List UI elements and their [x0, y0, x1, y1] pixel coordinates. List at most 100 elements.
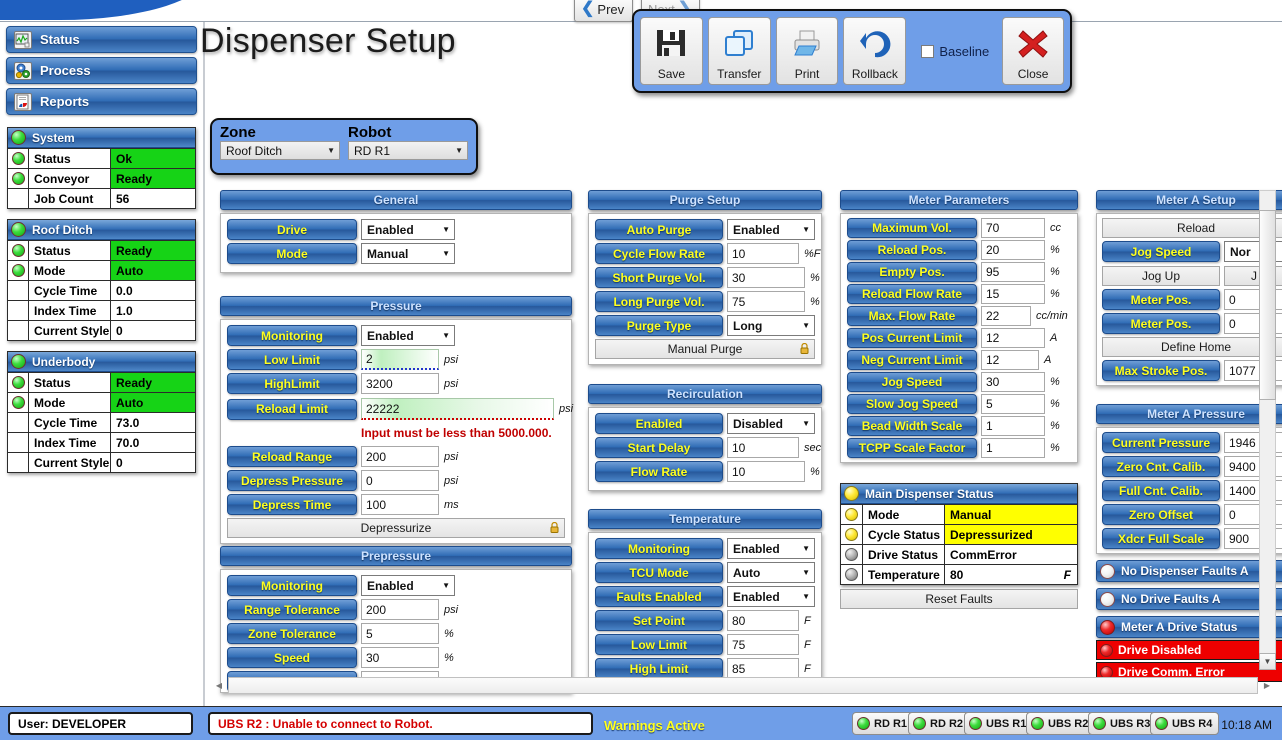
set-point-label-button[interactable]: Set Point	[595, 610, 723, 631]
reload-range-label-button[interactable]: Reload Range	[227, 446, 357, 467]
maximum-vol-input[interactable]: 70	[981, 218, 1045, 238]
recirc-flow-rate-label-button[interactable]: Flow Rate	[595, 461, 723, 482]
zone-dropdown[interactable]: Roof Ditch ▼	[220, 141, 340, 160]
empty-pos-label-button[interactable]: Empty Pos.	[847, 262, 977, 282]
warnings-active-label[interactable]: Warnings Active	[604, 718, 705, 733]
prepress-monitoring-label-button[interactable]: Monitoring	[227, 575, 357, 596]
drive-label-button[interactable]: Drive	[227, 219, 357, 240]
max-flow-rate-label-button[interactable]: Max. Flow Rate	[847, 306, 977, 326]
full-cnt-calib-label-button[interactable]: Full Cnt. Calib.	[1102, 480, 1220, 501]
bead-width-scale-input[interactable]: 1	[981, 416, 1045, 436]
rollback-button[interactable]: Rollback	[843, 17, 906, 85]
temp-low-limit-input[interactable]: 75	[727, 634, 799, 655]
tcu-mode-dropdown[interactable]: Auto▼	[727, 562, 815, 583]
recirc-enabled-label-button[interactable]: Enabled	[595, 413, 723, 434]
zone-tolerance-label-button[interactable]: Zone Tolerance	[227, 623, 357, 644]
reload-range-input[interactable]: 200	[361, 446, 439, 467]
robot-dropdown[interactable]: RD R1 ▼	[348, 141, 468, 160]
range-tolerance-label-button[interactable]: Range Tolerance	[227, 599, 357, 620]
temp-monitoring-dropdown[interactable]: Enabled▼	[727, 538, 815, 559]
sidebar-item-reports[interactable]: Reports	[6, 88, 197, 115]
print-button[interactable]: Print	[776, 17, 839, 85]
long-purge-vol-input[interactable]: 75	[727, 291, 805, 312]
robot-chip-ubs-r4[interactable]: UBS R4	[1150, 712, 1219, 735]
robot-chip-rd-r1[interactable]: RD R1	[852, 712, 914, 735]
zone-tolerance-input[interactable]: 5	[361, 623, 439, 644]
scroll-left-button[interactable]: ◀	[211, 677, 227, 694]
meter-a-jog-speed-label-button[interactable]: Jog Speed	[1102, 241, 1220, 262]
max-stroke-pos-label-button[interactable]: Max Stroke Pos.	[1102, 360, 1220, 381]
bead-width-scale-label-button[interactable]: Bead Width Scale	[847, 416, 977, 436]
slow-jog-speed-input[interactable]: 5	[981, 394, 1045, 414]
start-delay-label-button[interactable]: Start Delay	[595, 437, 723, 458]
depress-time-input[interactable]: 100	[361, 494, 439, 515]
meter-pos-1-label-button[interactable]: Meter Pos.	[1102, 289, 1220, 310]
sidebar-item-status[interactable]: Status	[6, 26, 197, 53]
mode-label-button[interactable]: Mode	[227, 243, 357, 264]
transfer-button[interactable]: Transfer	[708, 17, 771, 85]
robot-chip-ubs-r3[interactable]: UBS R3	[1088, 712, 1157, 735]
high-limit-label-button[interactable]: HighLimit	[227, 373, 357, 394]
zero-cnt-calib-label-button[interactable]: Zero Cnt. Calib.	[1102, 456, 1220, 477]
short-purge-vol-input[interactable]: 30	[727, 267, 805, 288]
auto-purge-dropdown[interactable]: Enabled▼	[727, 219, 815, 240]
save-button[interactable]: Save	[640, 17, 703, 85]
xdcr-full-scale-label-button[interactable]: Xdcr Full Scale	[1102, 528, 1220, 549]
drive-dropdown[interactable]: Enabled▼	[361, 219, 455, 240]
pos-current-limit-input[interactable]: 12	[981, 328, 1045, 348]
sidebar-item-process[interactable]: Process	[6, 57, 197, 84]
depress-time-label-button[interactable]: Depress Time	[227, 494, 357, 515]
robot-chip-rd-r2[interactable]: RD R2	[908, 712, 970, 735]
prev-button[interactable]: ❮ Prev	[574, 0, 633, 22]
mode-dropdown[interactable]: Manual▼	[361, 243, 455, 264]
recirc-flow-rate-input[interactable]: 10	[727, 461, 805, 482]
temp-low-limit-label-button[interactable]: Low Limit	[595, 634, 723, 655]
temp-high-limit-label-button[interactable]: High Limit	[595, 658, 723, 679]
low-limit-label-button[interactable]: Low Limit	[227, 349, 357, 370]
depress-pressure-input[interactable]: 0	[361, 470, 439, 491]
temp-monitoring-label-button[interactable]: Monitoring	[595, 538, 723, 559]
jog-speed-input[interactable]: 30	[981, 372, 1045, 392]
jog-up-button[interactable]: Jog Up	[1102, 266, 1220, 286]
temp-high-limit-input[interactable]: 85	[727, 658, 799, 679]
horizontal-scrollbar-track[interactable]	[228, 677, 1258, 694]
zero-offset-label-button[interactable]: Zero Offset	[1102, 504, 1220, 525]
prepress-monitoring-dropdown[interactable]: Enabled▼	[361, 575, 455, 596]
auto-purge-label-button[interactable]: Auto Purge	[595, 219, 723, 240]
meter-pos-2-label-button[interactable]: Meter Pos.	[1102, 313, 1220, 334]
reload-flow-rate-label-button[interactable]: Reload Flow Rate	[847, 284, 977, 304]
vertical-scrollbar-thumb[interactable]	[1259, 210, 1276, 400]
pos-current-limit-label-button[interactable]: Pos Current Limit	[847, 328, 977, 348]
reload-pos-label-button[interactable]: Reload Pos.	[847, 240, 977, 260]
faults-enabled-dropdown[interactable]: Enabled▼	[727, 586, 815, 607]
reload-pos-input[interactable]: 20	[981, 240, 1045, 260]
define-home-button[interactable]: Define Home	[1102, 337, 1282, 357]
empty-pos-input[interactable]: 95	[981, 262, 1045, 282]
cycle-flow-rate-input[interactable]: 10	[727, 243, 799, 264]
reload-limit-label-button[interactable]: Reload Limit	[227, 399, 357, 420]
speed-label-button[interactable]: Speed	[227, 647, 357, 668]
reset-faults-button[interactable]: Reset Faults	[840, 589, 1078, 609]
scroll-right-button[interactable]: ▶	[1259, 677, 1275, 694]
jog-speed-label-button[interactable]: Jog Speed	[847, 372, 977, 392]
current-pressure-label-button[interactable]: Current Pressure	[1102, 432, 1220, 453]
manual-purge-button[interactable]: Manual Purge	[595, 339, 815, 359]
reload-button[interactable]: Reload	[1102, 218, 1282, 238]
depressurize-button[interactable]: Depressurize	[227, 518, 565, 538]
long-purge-vol-label-button[interactable]: Long Purge Vol.	[595, 291, 723, 312]
tcu-mode-label-button[interactable]: TCU Mode	[595, 562, 723, 583]
robot-chip-ubs-r2[interactable]: UBS R2	[1026, 712, 1095, 735]
close-button[interactable]: Close	[1002, 17, 1064, 85]
max-flow-rate-input[interactable]: 22	[981, 306, 1031, 326]
speed-input[interactable]: 30	[361, 647, 439, 668]
baseline-checkbox[interactable]	[921, 45, 934, 58]
short-purge-vol-label-button[interactable]: Short Purge Vol.	[595, 267, 723, 288]
reload-limit-input[interactable]: 22222	[361, 398, 554, 420]
depress-pressure-label-button[interactable]: Depress Pressure	[227, 470, 357, 491]
reload-flow-rate-input[interactable]: 15	[981, 284, 1045, 304]
tcpp-scale-factor-label-button[interactable]: TCPP Scale Factor	[847, 438, 977, 458]
cycle-flow-rate-label-button[interactable]: Cycle Flow Rate	[595, 243, 723, 264]
baseline-checkbox-group[interactable]: Baseline	[911, 44, 997, 59]
purge-type-dropdown[interactable]: Long▼	[727, 315, 815, 336]
monitoring-label-button[interactable]: Monitoring	[227, 325, 357, 346]
